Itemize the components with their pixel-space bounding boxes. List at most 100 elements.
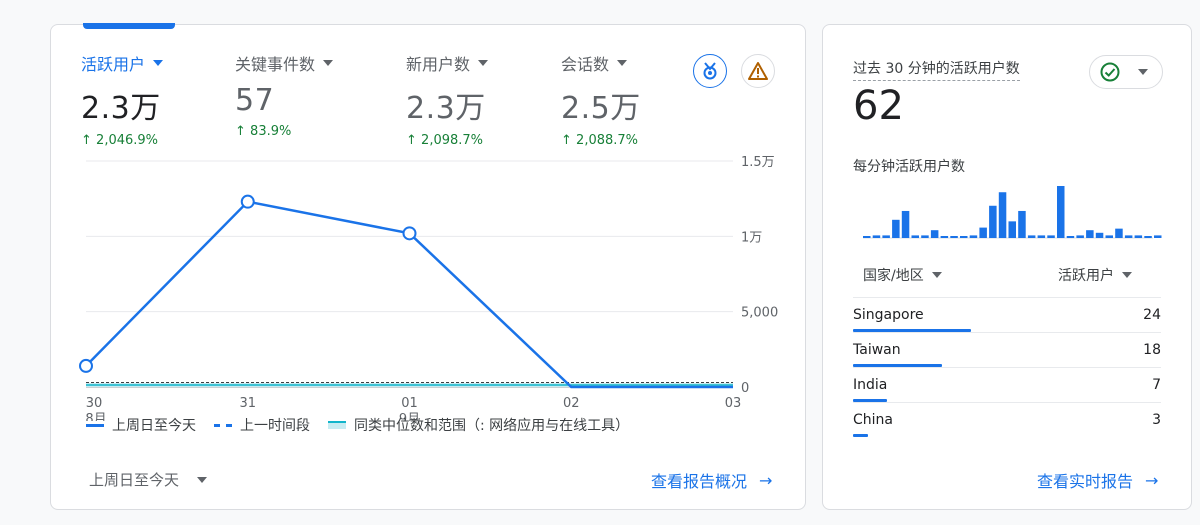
table-row: Singapore 24 — [853, 297, 1161, 332]
country-name: China — [853, 412, 893, 428]
realtime-value: 62 — [853, 83, 904, 129]
metric-new-users[interactable]: 新用户数 2.3万 ↑ 2,098.7% — [406, 51, 489, 148]
country-name: India — [853, 377, 888, 393]
date-range-label: 上周日至今天 — [89, 471, 180, 489]
selected-metric-indicator — [83, 23, 175, 29]
warning-icon — [748, 62, 768, 80]
x-tick-label: 31 — [239, 396, 256, 411]
country-name: Singapore — [853, 307, 924, 323]
y-tick-label: 0 — [741, 381, 749, 396]
caret-down-icon — [197, 476, 208, 483]
minute-bar — [1115, 228, 1123, 238]
arrow-up-icon: ↑ — [561, 133, 572, 148]
metric-change: 2,098.7% — [421, 133, 484, 148]
minute-bar — [863, 236, 871, 238]
x-tick-label: 03 — [725, 396, 742, 411]
minute-bar — [911, 235, 919, 238]
caret-down-icon — [617, 60, 628, 66]
caret-down-icon — [153, 60, 164, 66]
medal-icon — [703, 62, 717, 80]
minute-bar — [1086, 230, 1094, 238]
legend-item-benchmark: 同类中位数和范围（: 网络应用与在线工具） — [328, 415, 629, 435]
active-users-line-chart: 1.5万1万5,0000308月31 019月02 03 — [79, 155, 778, 421]
share-bar — [853, 434, 868, 437]
legend-swatch-solid — [86, 423, 104, 427]
x-tick-label: 02 — [563, 396, 580, 411]
realtime-title: 过去 30 分钟的活跃用户数 — [853, 58, 1020, 81]
caret-down-icon — [323, 60, 334, 66]
insights-button[interactable] — [693, 54, 727, 88]
metric-label: 关键事件数 — [235, 55, 316, 74]
y-tick-label: 1万 — [741, 230, 762, 245]
minute-bar — [1047, 235, 1055, 238]
metric-change: 2,046.9% — [96, 133, 159, 148]
minute-bar — [1124, 235, 1133, 238]
check-circle-icon — [1100, 62, 1120, 82]
minute-bar — [1134, 235, 1143, 238]
metric-label: 新用户数 — [406, 55, 471, 74]
minute-bar — [1037, 235, 1046, 238]
minute-bar — [1095, 232, 1104, 238]
minute-bar — [979, 227, 987, 238]
caret-down-icon — [1138, 69, 1148, 75]
x-tick-label: 01 — [401, 396, 418, 411]
realtime-card: 过去 30 分钟的活跃用户数 62 每分钟活跃用户数 国家/地区 活跃用户 Si… — [822, 24, 1192, 510]
legend-label-benchmark: 同类中位数和范围（: 网络应用与在线工具） — [354, 418, 630, 434]
minute-bar — [950, 236, 958, 238]
country-value: 18 — [1143, 342, 1161, 358]
x-tick-label: 30 — [86, 396, 103, 411]
metric-value: 2.3万 — [81, 91, 161, 126]
minute-bar — [892, 219, 900, 238]
minute-bar — [969, 235, 978, 238]
legend-label-current: 上周日至今天 — [112, 418, 196, 434]
caret-down-icon — [1122, 272, 1132, 278]
minute-bar — [1057, 186, 1065, 238]
country-column-header[interactable]: 国家/地区 — [863, 265, 942, 285]
chart-legend: 上周日至今天 上一时间段 同类中位数和范围（: 网络应用与在线工具） — [86, 415, 637, 435]
metric-change: 83.9% — [250, 124, 292, 139]
metric-active-users[interactable]: 活跃用户 2.3万 ↑ 2,046.9% — [81, 51, 164, 148]
arrow-up-icon: ↑ — [81, 133, 92, 148]
minute-bar — [989, 205, 997, 238]
legend-swatch-band — [328, 421, 346, 429]
active-users-column-header[interactable]: 活跃用户 — [1058, 265, 1132, 285]
table-row: China 3 — [853, 402, 1161, 437]
anomaly-warning-button[interactable] — [741, 54, 775, 88]
minute-bar — [998, 192, 1007, 238]
minute-bar — [940, 236, 949, 238]
minute-bar — [1008, 221, 1016, 238]
minute-bar — [1027, 235, 1036, 238]
view-realtime-report-link[interactable]: 查看实时报告 → — [1037, 468, 1158, 492]
legend-label-previous: 上一时间段 — [240, 418, 310, 434]
table-row: India 7 — [853, 367, 1161, 402]
minute-bar — [872, 235, 881, 238]
status-dropdown[interactable] — [1089, 55, 1163, 89]
minute-bar — [960, 236, 968, 238]
per-minute-title: 每分钟活跃用户数 — [853, 159, 965, 175]
y-tick-label: 5,000 — [741, 306, 778, 321]
date-range-dropdown[interactable]: 上周日至今天 — [89, 469, 208, 490]
view-realtime-report-label: 查看实时报告 — [1037, 472, 1134, 491]
country-value: 3 — [1152, 412, 1161, 428]
minute-bar — [930, 230, 939, 238]
active-users-header-label: 活跃用户 — [1058, 268, 1114, 284]
minute-bar — [1105, 235, 1113, 238]
data-point — [240, 194, 255, 209]
caret-down-icon — [931, 272, 942, 278]
country-value: 7 — [1152, 377, 1161, 393]
metric-sessions[interactable]: 会话数 2.5万 ↑ 2,088.7% — [561, 51, 641, 148]
arrow-up-icon: ↑ — [235, 124, 246, 139]
country-value: 24 — [1143, 307, 1161, 323]
legend-swatch-dashed — [214, 423, 232, 427]
metric-key-events[interactable]: 关键事件数 57 ↑ 83.9% — [235, 51, 334, 139]
country-name: Taiwan — [853, 342, 901, 358]
view-report-overview-label: 查看报告概况 — [651, 472, 748, 491]
minute-bar — [1018, 210, 1026, 238]
view-report-overview-link[interactable]: 查看报告概况 → — [651, 468, 772, 492]
legend-item-current: 上周日至今天 — [86, 415, 196, 435]
legend-item-previous: 上一时间段 — [214, 415, 310, 435]
metric-value: 57 — [235, 83, 275, 118]
overview-card: 活跃用户 2.3万 ↑ 2,046.9% 关键事件数 57 ↑ 83.9% 新用… — [50, 23, 806, 510]
minute-bar — [1154, 235, 1162, 238]
country-header-label: 国家/地区 — [863, 268, 924, 284]
